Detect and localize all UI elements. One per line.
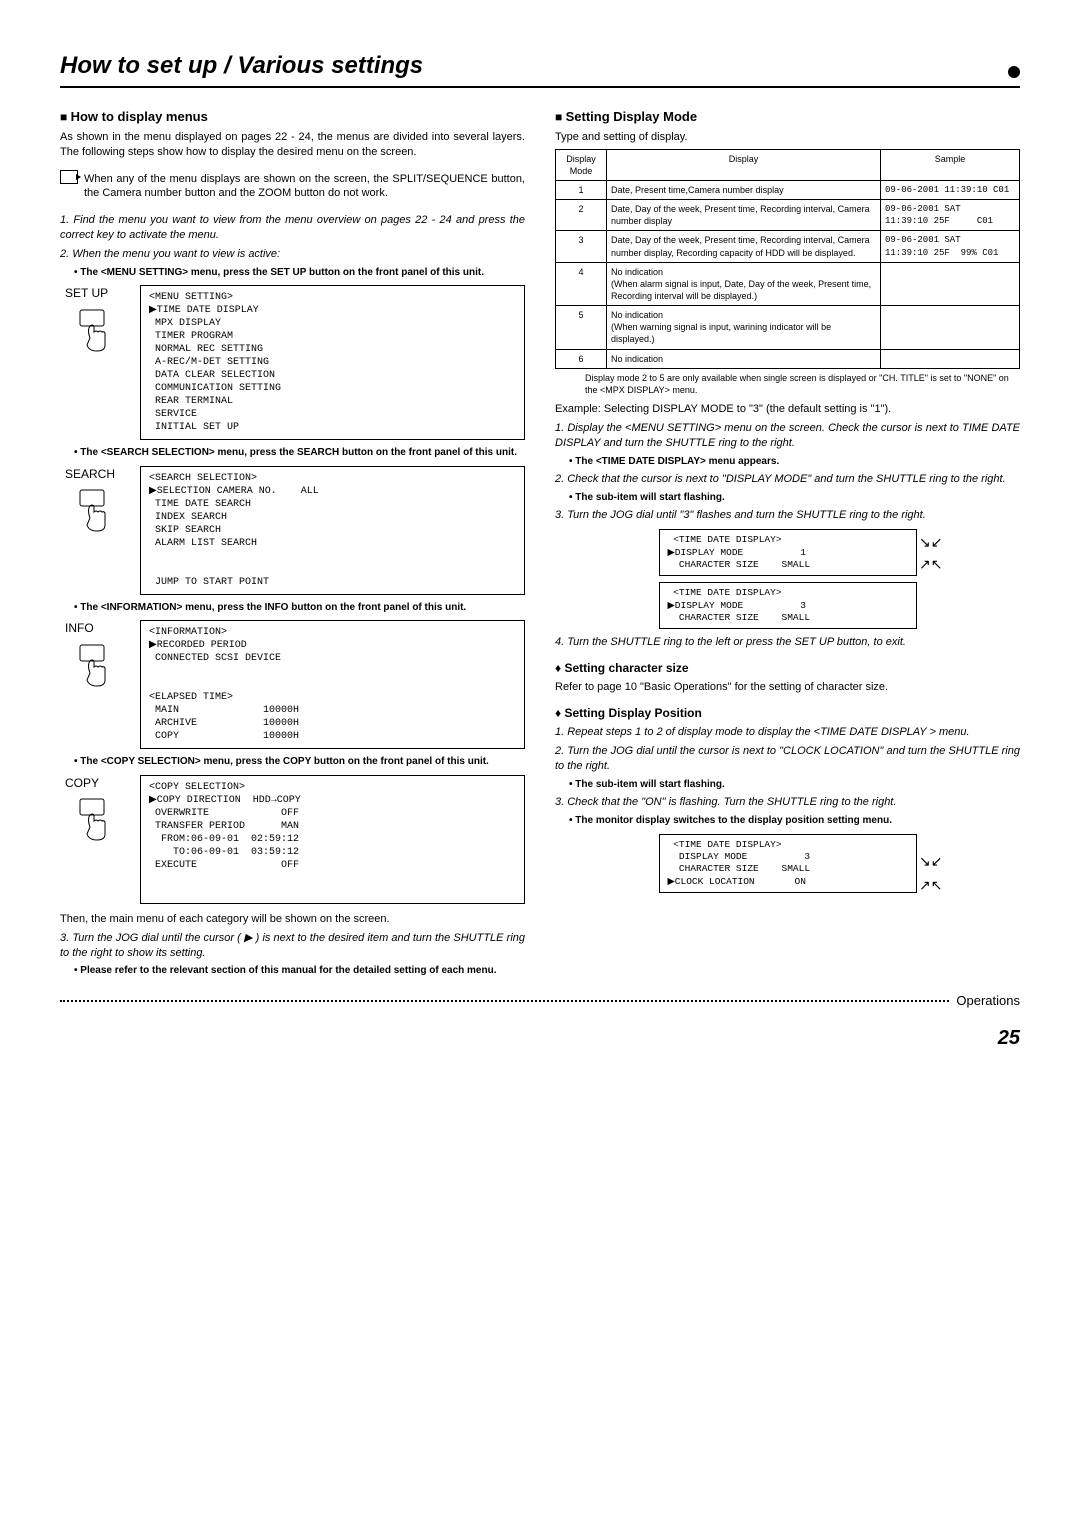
note-icon	[60, 170, 78, 184]
left-note: When any of the menu displays are shown …	[84, 172, 525, 202]
r-bullet2: The sub-item will start flashing.	[569, 491, 1020, 505]
left-closing: Then, the main menu of each category wil…	[60, 912, 525, 927]
left-column: How to display menus As shown in the men…	[60, 102, 525, 979]
display-mode-table: Display Mode Display Sample 1Date, Prese…	[555, 149, 1020, 369]
table-row: 3Date, Day of the week, Present time, Re…	[556, 231, 1020, 262]
table-row: 2Date, Day of the week, Present time, Re…	[556, 200, 1020, 231]
copy-button-label: COPY	[65, 775, 125, 791]
bullet-refer: Please refer to the relevant section of …	[74, 964, 525, 978]
bullet-copy: The <COPY SELECTION> menu, press the COP…	[74, 755, 525, 769]
button-hand-icon	[70, 308, 120, 358]
footer-divider: Operations	[60, 1000, 1020, 1020]
setup-button-label: SET UP	[65, 285, 125, 301]
arrow-icon: ↗↖	[919, 555, 942, 574]
arrow-icon: ↘↙	[919, 852, 942, 871]
r-step5: 1. Repeat steps 1 to 2 of display mode t…	[555, 725, 1020, 740]
subhead-char-size: Setting character size	[555, 660, 1020, 676]
copy-selection-box: <COPY SELECTION> ▶COPY DIRECTION HDD→COP…	[140, 775, 525, 904]
r-step7: 3. Check that the "ON" is flashing. Turn…	[555, 795, 1020, 810]
bullet-info: The <INFORMATION> menu, press the INFO b…	[74, 601, 525, 615]
r-step4: 4. Turn the SHUTTLE ring to the left or …	[555, 635, 1020, 650]
bullet-search: The <SEARCH SELECTION> menu, press the S…	[74, 446, 525, 460]
menu-setting-box: <MENU SETTING> ▶TIME DATE DISPLAY MPX DI…	[140, 285, 525, 440]
button-hand-icon	[70, 797, 120, 847]
subhead-display-pos: Setting Display Position	[555, 705, 1020, 721]
search-selection-box: <SEARCH SELECTION> ▶SELECTION CAMERA NO.…	[140, 466, 525, 595]
information-box: <INFORMATION> ▶RECORDED PERIOD CONNECTED…	[140, 620, 525, 749]
th-display: Display	[607, 149, 881, 180]
heading-display-menus: How to display menus	[60, 108, 525, 126]
info-button-label: INFO	[65, 620, 125, 636]
osd-box-1: <TIME DATE DISPLAY> ▶DISPLAY MODE 1 CHAR…	[659, 529, 917, 576]
r-step1: 1. Display the <MENU SETTING> menu on th…	[555, 421, 1020, 451]
r-step3: 3. Turn the JOG dial until "3" flashes a…	[555, 508, 1020, 523]
heading-display-mode: Setting Display Mode	[555, 108, 1020, 126]
arrow-icon: ↘↙	[919, 533, 942, 552]
osd-box-2: <TIME DATE DISPLAY> ▶DISPLAY MODE 3 CHAR…	[659, 582, 917, 629]
table-row: 6No indication	[556, 349, 1020, 368]
r-step6: 2. Turn the JOG dial until the cursor is…	[555, 744, 1020, 774]
step3: 3. Turn the JOG dial until the cursor ( …	[60, 931, 525, 961]
button-hand-icon	[70, 643, 120, 693]
th-mode: Display Mode	[556, 149, 607, 180]
footer-label: Operations	[950, 992, 1020, 1010]
r-bullet3: The sub-item will start flashing.	[569, 778, 1020, 792]
th-sample: Sample	[881, 149, 1020, 180]
example-text: Example: Selecting DISPLAY MODE to "3" (…	[555, 402, 1020, 417]
r-step2: 2. Check that the cursor is next to "DIS…	[555, 472, 1020, 487]
left-intro: As shown in the menu displayed on pages …	[60, 130, 525, 160]
search-button-label: SEARCH	[65, 466, 125, 482]
step2: 2. When the menu you want to view is act…	[60, 247, 525, 262]
arrow-icon: ↗↖	[919, 876, 942, 895]
right-column: Setting Display Mode Type and setting of…	[555, 102, 1020, 979]
char-size-text: Refer to page 10 "Basic Operations" for …	[555, 680, 1020, 695]
page-number: 25	[60, 1025, 1020, 1052]
table-row: 4No indication (When alarm signal is inp…	[556, 262, 1020, 305]
table-note: Display mode 2 to 5 are only available w…	[585, 372, 1020, 396]
right-intro: Type and setting of display.	[555, 130, 1020, 145]
page-title: How to set up / Various settings	[60, 50, 1020, 88]
table-row: 5No indication (When warning signal is i…	[556, 306, 1020, 349]
page-title-text: How to set up / Various settings	[60, 50, 423, 82]
r-bullet4: The monitor display switches to the disp…	[569, 814, 1020, 828]
r-bullet1: The <TIME DATE DISPLAY> menu appears.	[569, 455, 1020, 469]
bullet-setup: The <MENU SETTING> menu, press the SET U…	[74, 266, 525, 280]
table-row: 1Date, Present time,Camera number displa…	[556, 181, 1020, 200]
corner-dot-icon	[1008, 66, 1020, 78]
step1: 1. Find the menu you want to view from t…	[60, 213, 525, 243]
osd-box-3: <TIME DATE DISPLAY> DISPLAY MODE 3 CHARA…	[659, 834, 917, 893]
button-hand-icon	[70, 488, 120, 538]
